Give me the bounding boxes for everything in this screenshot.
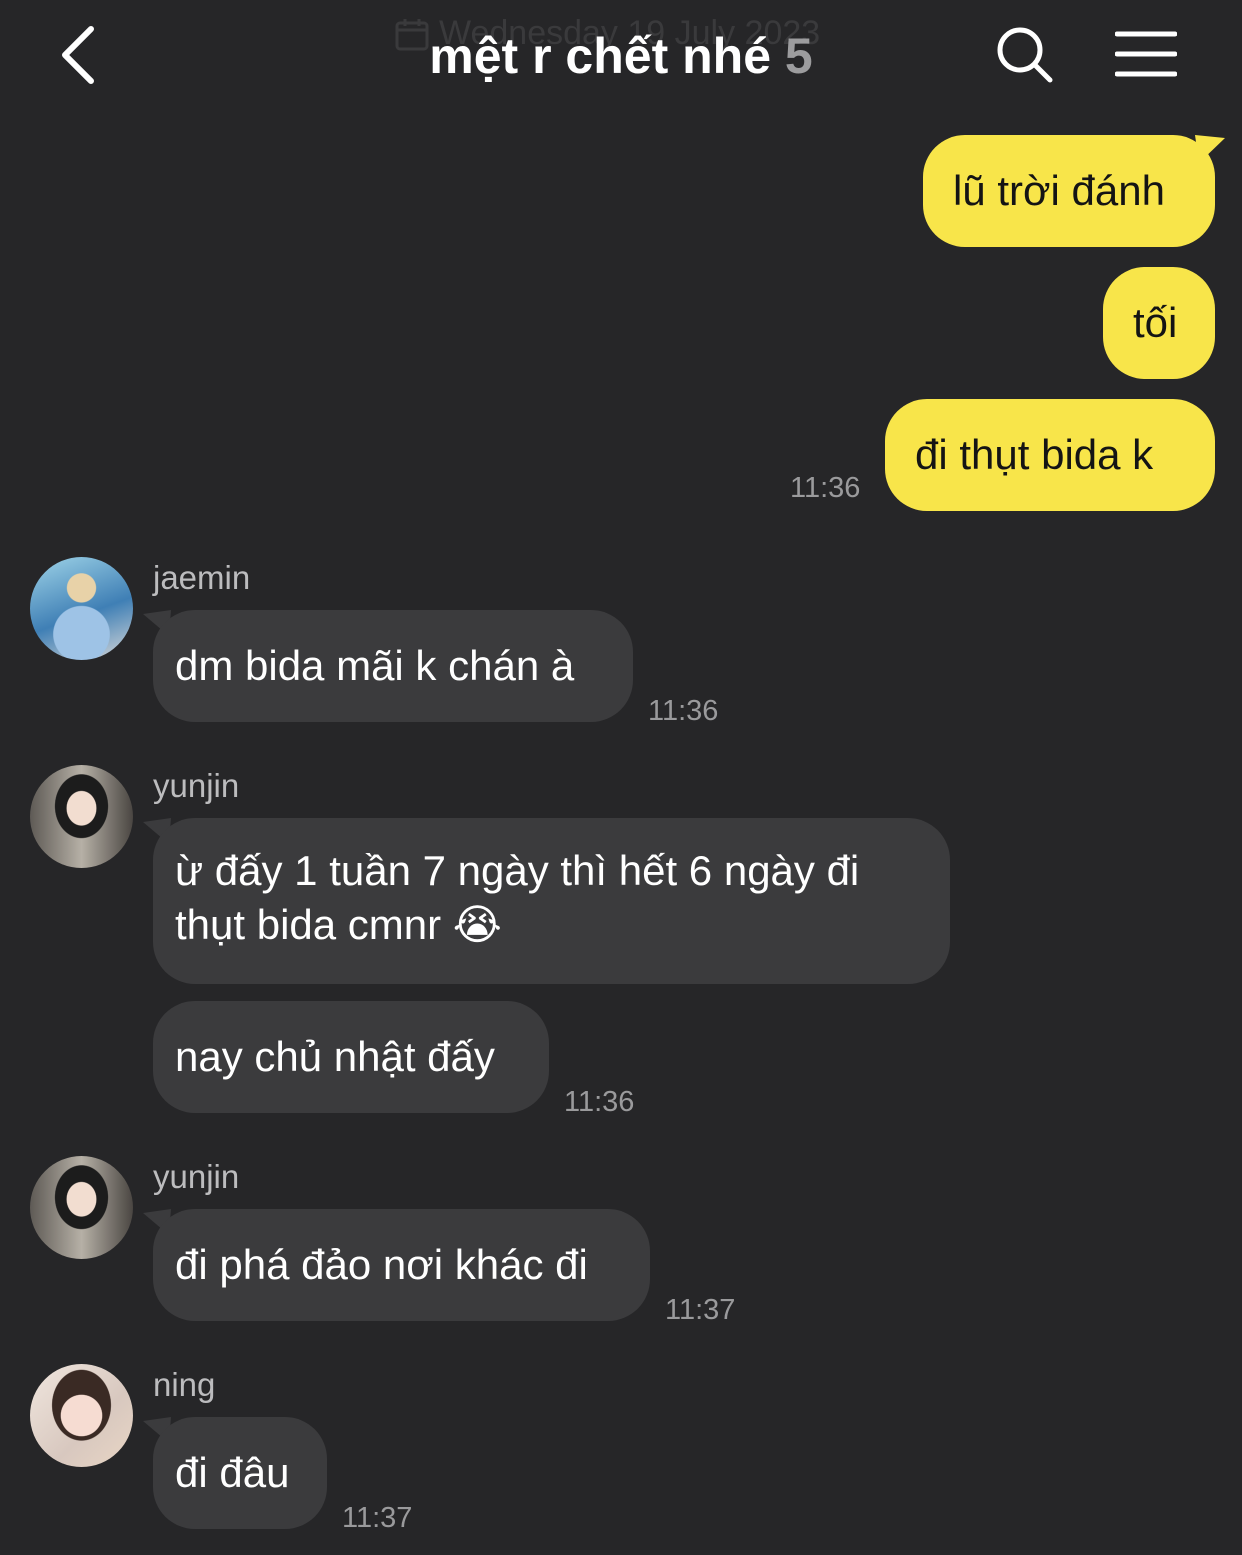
chat-header: Wednesday 19 July 2023 mệt r chết nhé 5 <box>0 0 1242 115</box>
message-text: tối <box>1133 299 1178 346</box>
their-message-bubble[interactable]: đi đâu <box>153 1417 327 1529</box>
message-timestamp: 11:36 <box>564 1086 635 1118</box>
sender-name: ning <box>153 1366 216 1403</box>
message-timestamp: 11:36 <box>790 472 861 504</box>
avatar-ning[interactable] <box>30 1364 133 1467</box>
search-icon <box>997 27 1053 83</box>
chat-title: mệt r chết nhé 5 <box>0 26 1242 86</box>
avatar-yunjin[interactable] <box>30 765 133 868</box>
avatar-yunjin[interactable] <box>30 1156 133 1259</box>
message-text: đi đâu <box>175 1449 290 1496</box>
their-message-bubble[interactable]: ừ đấy 1 tuần 7 ngày thì hết 6 ngày đi th… <box>153 818 950 984</box>
message-text: đi phá đảo nơi khác đi <box>175 1241 588 1288</box>
avatar-jaemin[interactable] <box>30 557 133 660</box>
message-timestamp: 11:37 <box>342 1502 413 1534</box>
menu-button[interactable] <box>1114 30 1178 80</box>
chat-title-text: mệt r chết nhé <box>429 28 772 84</box>
sender-name: jaemin <box>153 559 251 596</box>
their-message-bubble[interactable]: đi phá đảo nơi khác đi <box>153 1209 650 1321</box>
my-message-bubble[interactable]: đi thụt bida k <box>885 399 1215 511</box>
message-text: ừ đấy 1 tuần 7 ngày thì hết 6 ngày đi th… <box>175 847 860 948</box>
their-message-bubble[interactable]: dm bida mãi k chán à <box>153 610 633 722</box>
message-timestamp: 11:37 <box>665 1294 736 1326</box>
message-text: đi thụt bida k <box>915 431 1154 478</box>
message-timestamp: 11:36 <box>648 695 719 727</box>
their-message-bubble[interactable]: nay chủ nhật đấy <box>153 1001 549 1113</box>
member-count: 5 <box>784 28 813 84</box>
message-text: dm bida mãi k chán à <box>175 642 575 689</box>
message-text: nay chủ nhật đấy <box>175 1033 495 1080</box>
my-message-bubble[interactable]: lũ trời đánh <box>923 135 1215 247</box>
message-text: lũ trời đánh <box>953 167 1165 214</box>
sender-name: yunjin <box>153 767 240 804</box>
hamburger-menu-icon <box>1114 31 1178 77</box>
my-message-bubble[interactable]: tối <box>1103 267 1215 379</box>
search-button[interactable] <box>995 25 1055 85</box>
sender-name: yunjin <box>153 1158 240 1195</box>
